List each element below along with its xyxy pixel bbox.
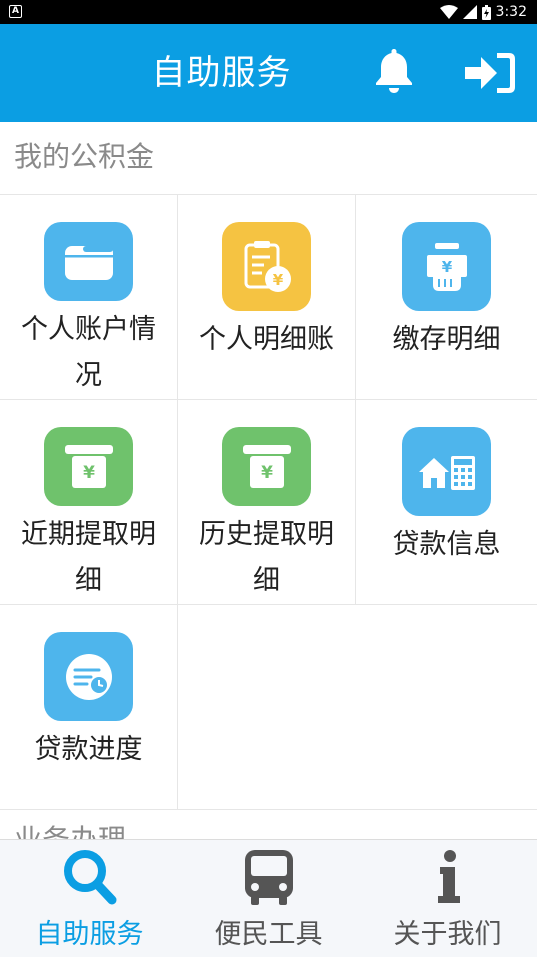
- grid-item-label: 近期提取明细: [21, 519, 156, 596]
- nav-label: 便民工具: [214, 919, 323, 950]
- grid-item-loan-info[interactable]: 贷款信息: [356, 400, 537, 604]
- status-bar: A 3:32: [0, 0, 537, 24]
- yen-document-icon: ¥: [222, 222, 311, 311]
- hand-money-icon: ¥: [402, 222, 491, 311]
- svg-text:¥: ¥: [83, 463, 95, 483]
- section-title-business: 业务办理: [0, 810, 537, 839]
- grid-item-ledger[interactable]: ¥ 个人明细账: [178, 195, 356, 399]
- nav-about[interactable]: 关于我们: [358, 840, 537, 957]
- wallet-icon: [44, 222, 133, 301]
- info-icon: [437, 850, 460, 903]
- svg-text:¥: ¥: [261, 463, 273, 483]
- grid-row: 贷款进度: [0, 605, 537, 810]
- atm-yen-icon: ¥: [222, 427, 311, 506]
- house-calculator-icon: [402, 427, 491, 516]
- content-area[interactable]: 我的公积金 个人账户情况 ¥ 个人明细账 ¥ 缴存明细 ¥ 近期提取明细 ¥ 历…: [0, 122, 537, 839]
- fund-grid: 个人账户情况 ¥ 个人明细账 ¥ 缴存明细 ¥ 近期提取明细 ¥ 历史提取明细 …: [0, 194, 537, 810]
- bus-icon: [244, 850, 293, 905]
- search-icon: [63, 850, 116, 905]
- notification-icon: A: [9, 5, 22, 18]
- grid-item-history-withdrawal[interactable]: ¥ 历史提取明细: [178, 400, 356, 604]
- bottom-nav: 自助服务 便民工具 关于我们: [0, 839, 537, 957]
- grid-row: ¥ 近期提取明细 ¥ 历史提取明细 贷款信息: [0, 400, 537, 605]
- svg-text:¥: ¥: [441, 258, 452, 276]
- grid-row: 个人账户情况 ¥ 个人明细账 ¥ 缴存明细: [0, 195, 537, 400]
- atm-yen-icon: ¥: [44, 427, 133, 506]
- app-bar: 自助服务: [0, 24, 537, 122]
- grid-item-loan-progress[interactable]: 贷款进度: [0, 605, 178, 809]
- progress-clock-icon: [44, 632, 133, 721]
- grid-item-label: 缴存明细: [392, 324, 501, 355]
- grid-item-account[interactable]: 个人账户情况: [0, 195, 178, 399]
- bell-icon[interactable]: [370, 46, 418, 96]
- grid-item-label: 贷款进度: [34, 734, 143, 765]
- section-title-my-fund: 我的公积金: [14, 140, 155, 173]
- grid-item-label: 贷款信息: [392, 529, 501, 560]
- wifi-icon: [439, 5, 458, 19]
- clock: 3:32: [495, 4, 527, 20]
- signal-icon: [462, 5, 477, 19]
- nav-label: 自助服务: [35, 919, 144, 950]
- grid-item-label: 个人明细账: [199, 324, 334, 355]
- nav-self-service[interactable]: 自助服务: [0, 840, 179, 957]
- status-icons: 3:32: [439, 3, 527, 21]
- grid-empty-cell: [178, 605, 356, 809]
- grid-item-deposit[interactable]: ¥ 缴存明细: [356, 195, 537, 399]
- grid-item-label: 个人账户情况: [21, 314, 156, 391]
- battery-icon: [481, 4, 491, 20]
- nav-tools[interactable]: 便民工具: [179, 840, 358, 957]
- sign-in-icon[interactable]: [463, 48, 519, 98]
- svg-text:¥: ¥: [272, 271, 283, 289]
- grid-item-label: 历史提取明细: [199, 519, 334, 596]
- nav-label: 关于我们: [393, 919, 502, 950]
- grid-item-recent-withdrawal[interactable]: ¥ 近期提取明细: [0, 400, 178, 604]
- grid-empty-cell: [356, 605, 537, 809]
